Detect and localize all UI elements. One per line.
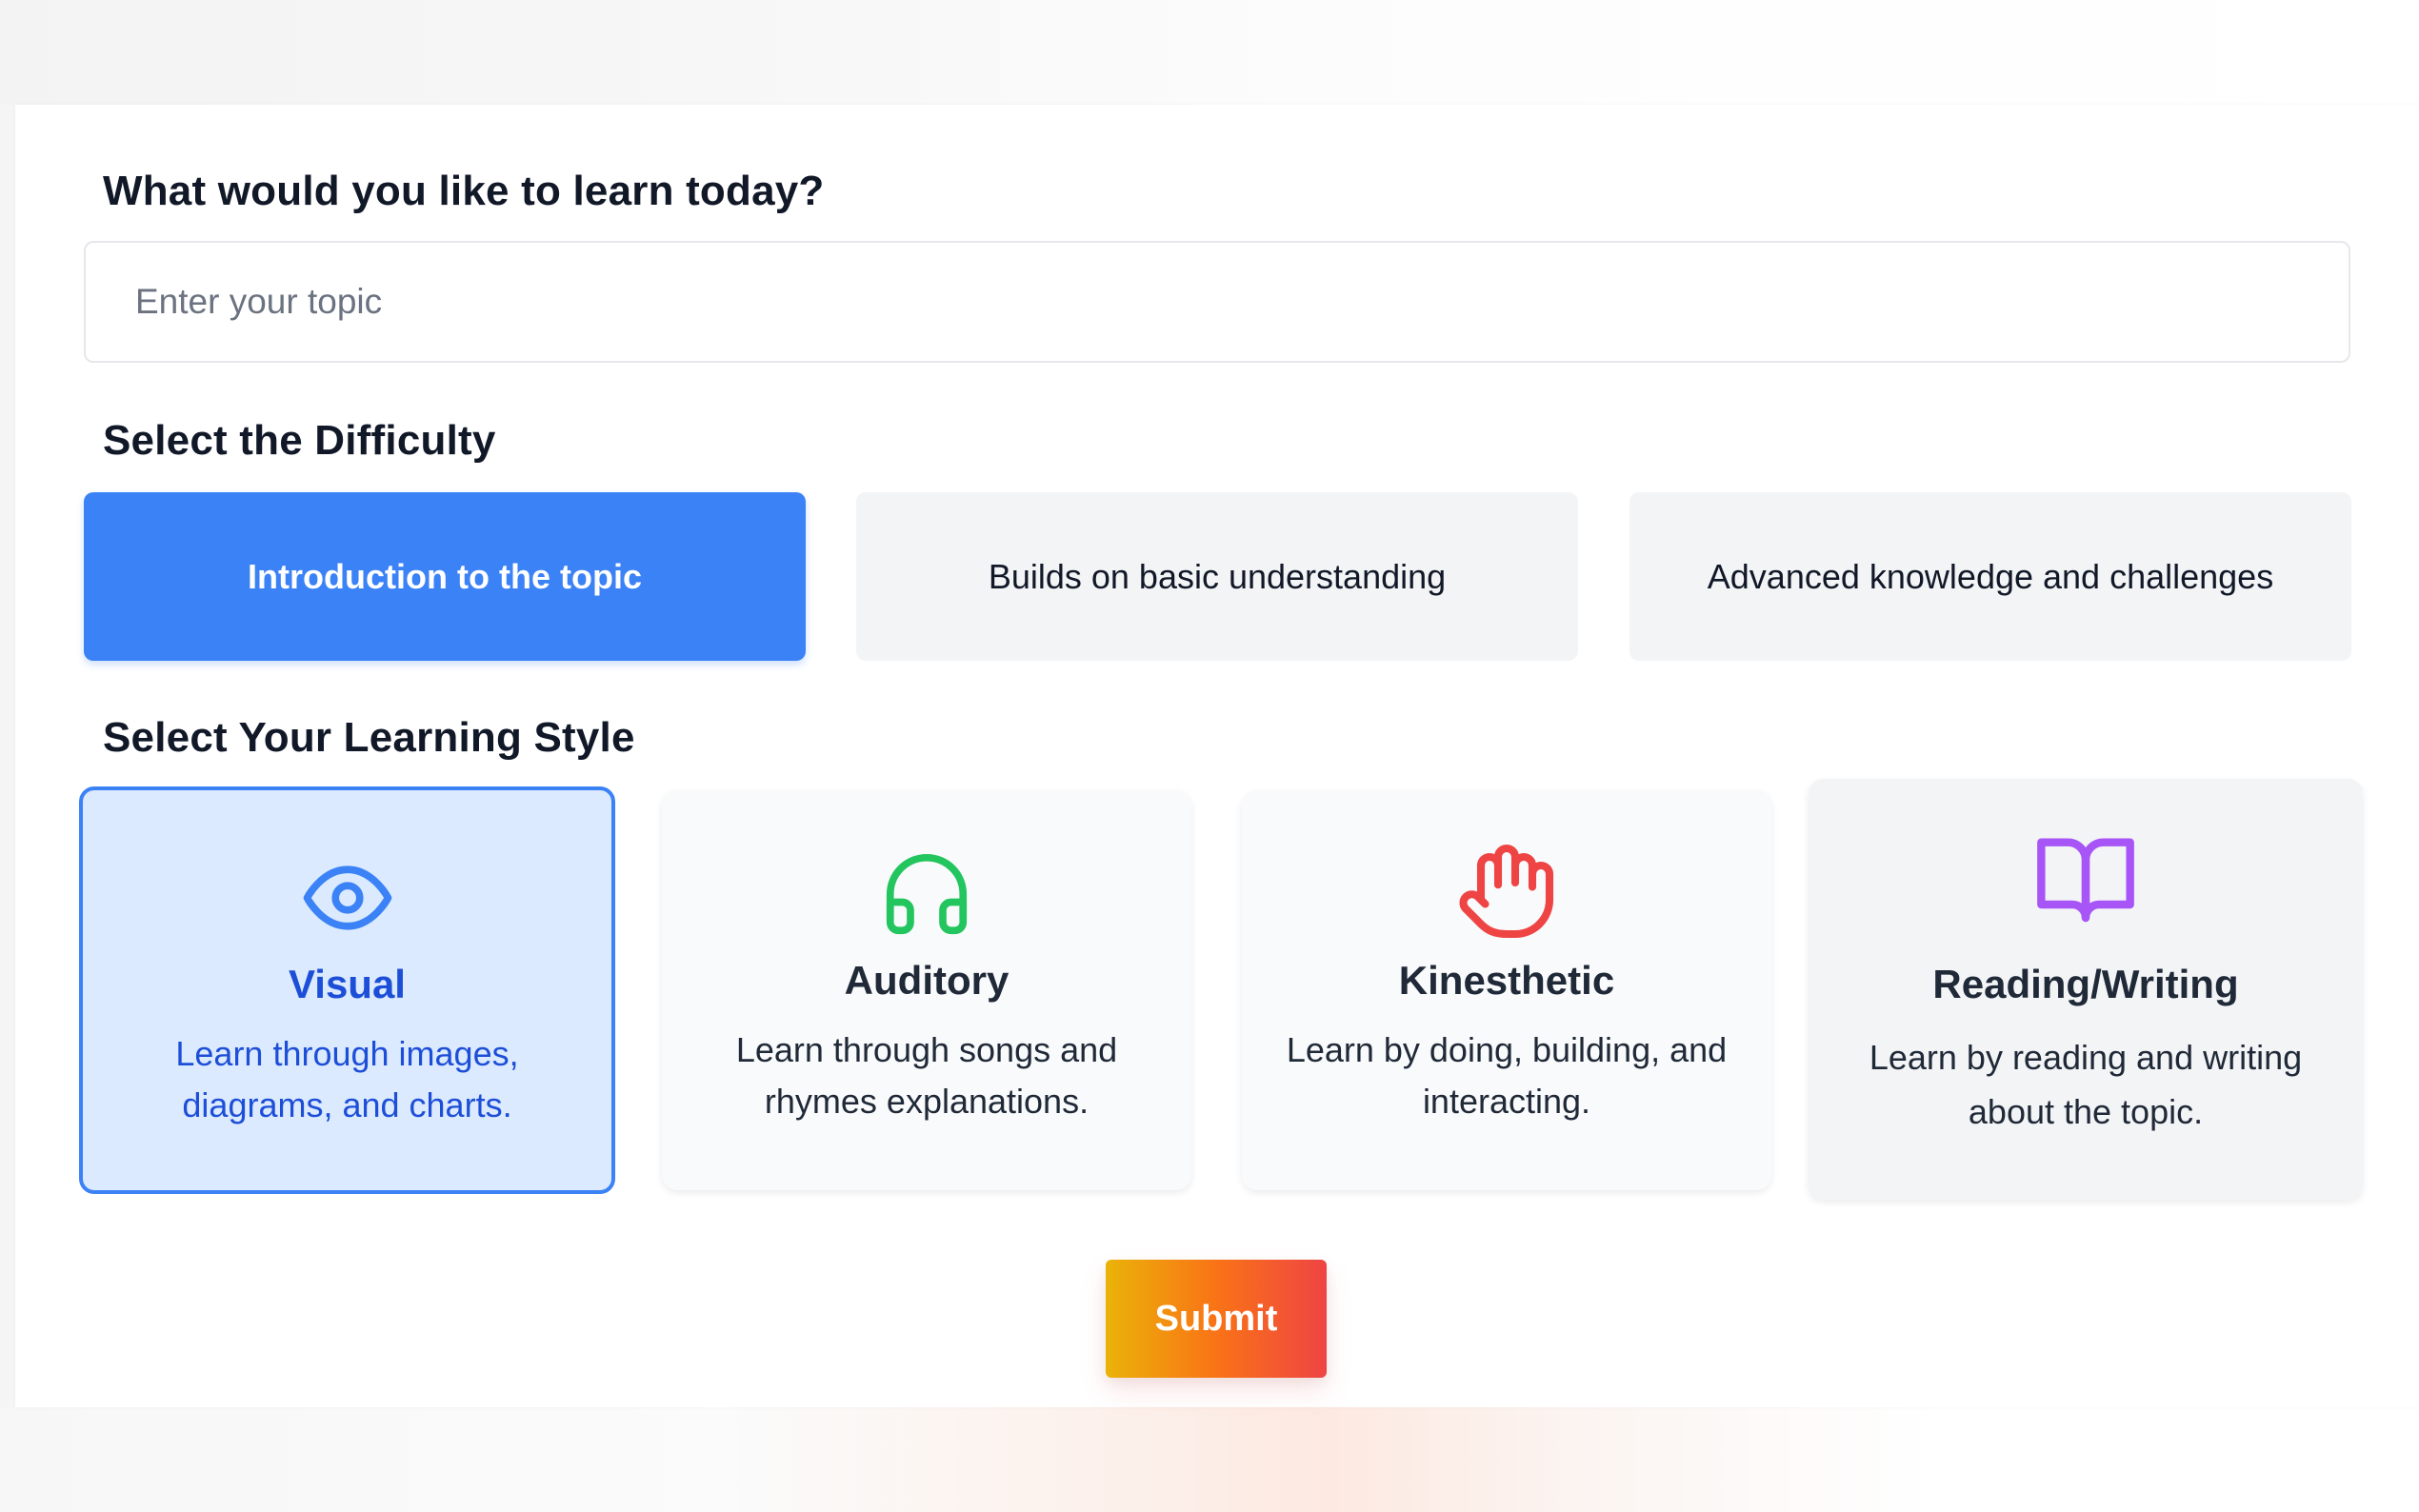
top-bar <box>0 0 2419 105</box>
learning-style-description: Learn through songs and rhymes explanati… <box>735 1030 1118 1121</box>
hand-icon <box>1459 844 1554 939</box>
learning-style-heading: Select Your Learning Style <box>103 714 635 761</box>
learning-style-description: Learn through images, diagrams, and char… <box>175 1034 519 1124</box>
eye-icon <box>303 865 391 930</box>
topic-input[interactable] <box>84 241 2350 363</box>
learning-style-card-reading-writing[interactable]: Reading/Writing Learn by reading and wri… <box>1809 779 2363 1200</box>
footer-background <box>0 1407 2419 1512</box>
difficulty-option-label: Advanced knowledge and challenges <box>1707 556 2274 596</box>
book-icon <box>2037 838 2134 923</box>
difficulty-option-introduction[interactable]: Introduction to the topic <box>84 492 806 661</box>
learning-style-card-auditory[interactable]: Auditory Learn through songs and rhymes … <box>662 790 1191 1190</box>
headphones-icon <box>886 853 968 935</box>
submit-button[interactable]: Submit <box>1106 1260 1327 1378</box>
learning-style-title: Reading/Writing <box>1932 962 2239 1006</box>
learning-style-description: Learn by reading and writing about the t… <box>1869 1038 2303 1131</box>
topic-heading: What would you like to learn today? <box>103 168 825 214</box>
learning-style-card-kinesthetic[interactable]: Kinesthetic Learn by doing, building, an… <box>1242 790 1771 1190</box>
learning-style-title: Auditory <box>844 958 1010 1003</box>
learning-style-description: Learn by doing, building, and interactin… <box>1286 1030 1728 1121</box>
learning-style-title: Kinesthetic <box>1398 958 1615 1003</box>
difficulty-option-intermediate[interactable]: Builds on basic understanding <box>856 492 1578 661</box>
difficulty-option-advanced[interactable]: Advanced knowledge and challenges <box>1629 492 2351 661</box>
difficulty-option-label: Introduction to the topic <box>248 556 642 596</box>
learning-style-title: Visual <box>289 962 406 1006</box>
learning-style-card-visual[interactable]: Visual Learn through images, diagrams, a… <box>79 786 615 1194</box>
difficulty-heading: Select the Difficulty <box>103 417 496 464</box>
difficulty-option-label: Builds on basic understanding <box>988 556 1447 596</box>
